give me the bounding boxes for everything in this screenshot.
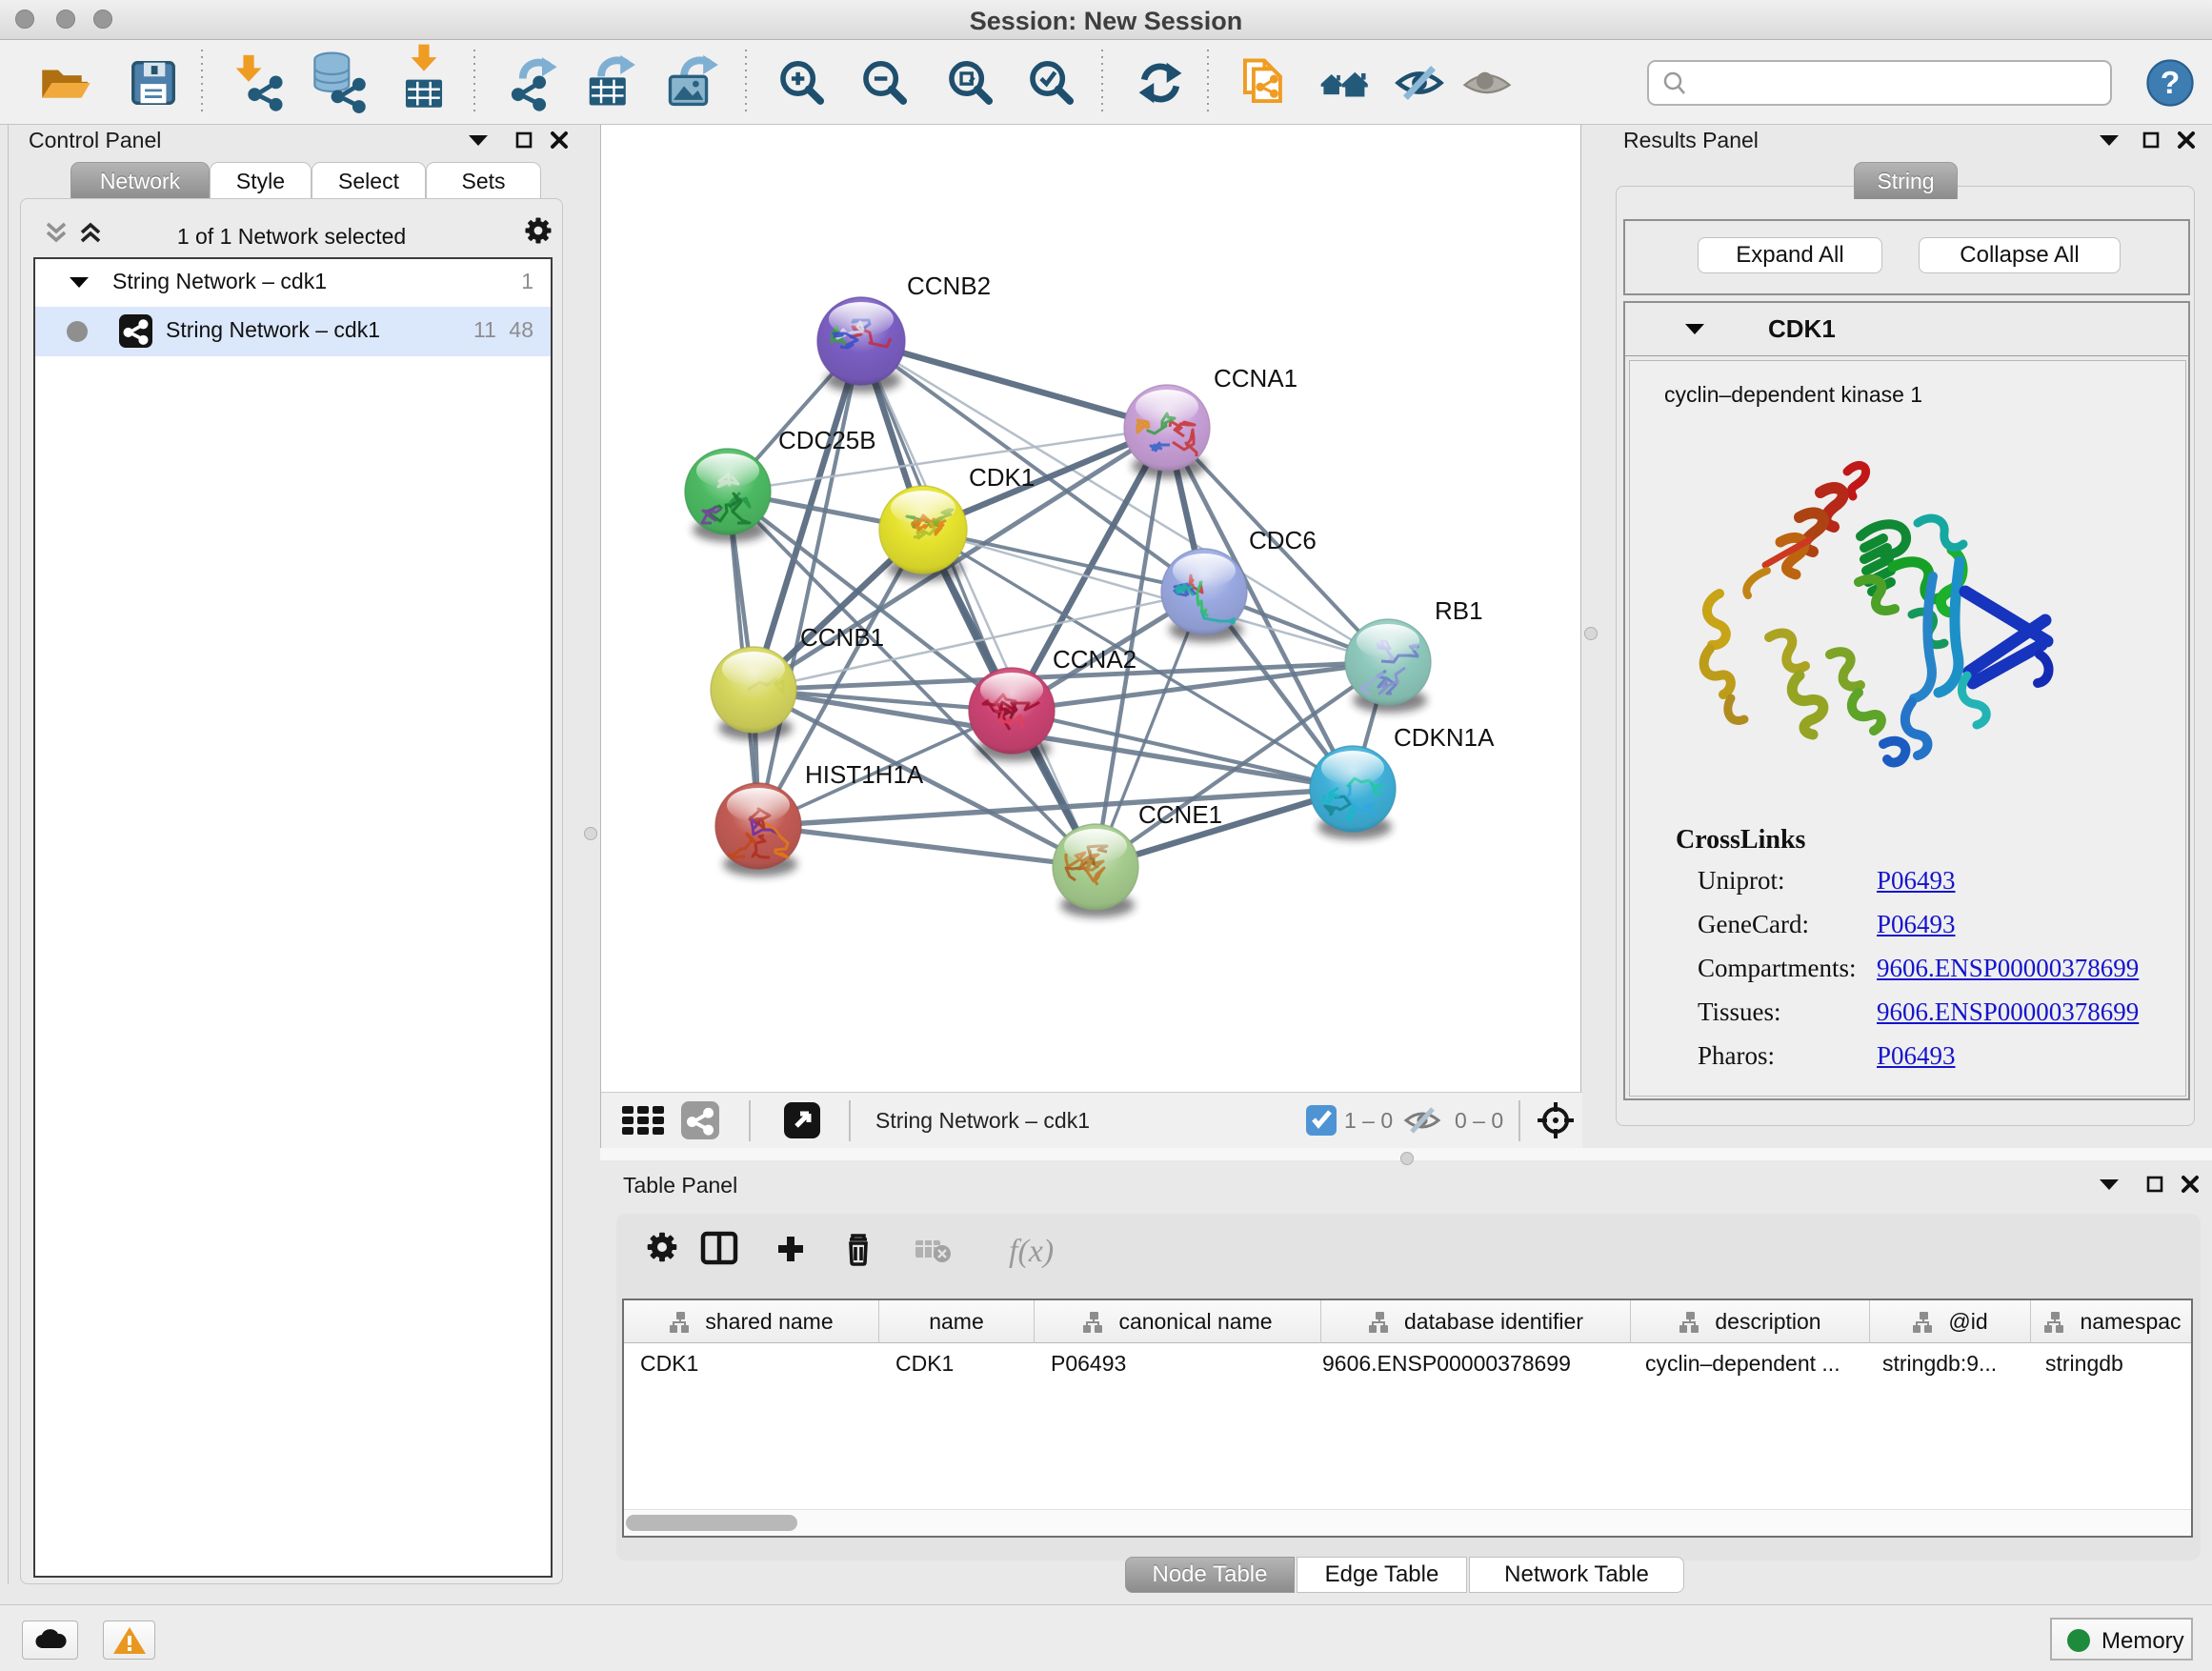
svg-text:RB1: RB1	[1435, 596, 1483, 625]
svg-text:1 – 0: 1 – 0	[1344, 1108, 1393, 1133]
svg-text:CCNB1: CCNB1	[800, 623, 884, 652]
svg-text:CDC6: CDC6	[1249, 526, 1317, 554]
svg-text:HIST1H1A: HIST1H1A	[805, 760, 924, 789]
svg-text:CDK1: CDK1	[969, 463, 1035, 492]
svg-text:CDKN1A: CDKN1A	[1394, 723, 1495, 752]
svg-text:?: ?	[2161, 66, 2181, 101]
svg-text:f(x): f(x)	[1009, 1234, 1054, 1269]
svg-text:CCNB2: CCNB2	[907, 272, 991, 300]
svg-text:0 – 0: 0 – 0	[1455, 1108, 1503, 1133]
svg-text:CDC25B: CDC25B	[778, 426, 876, 454]
svg-text:String Network – cdk1: String Network – cdk1	[875, 1108, 1090, 1133]
svg-text:CCNA2: CCNA2	[1053, 645, 1136, 674]
svg-text:CCNA1: CCNA1	[1214, 364, 1297, 393]
svg-text:CCNE1: CCNE1	[1138, 800, 1222, 829]
